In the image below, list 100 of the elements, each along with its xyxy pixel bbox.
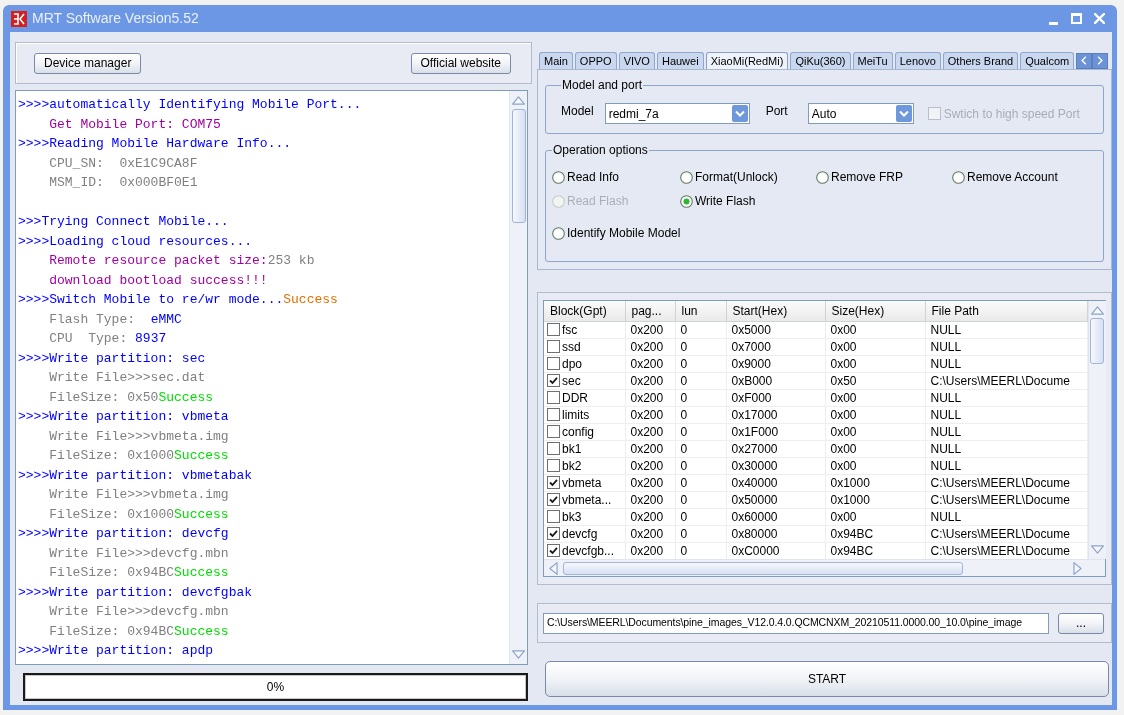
chevron-left-icon — [1081, 56, 1088, 65]
brand-tab[interactable]: Main — [539, 52, 573, 69]
table-cell: vbmeta — [562, 474, 602, 491]
table-cell: 0 — [675, 338, 726, 355]
checkbox-icon[interactable] — [547, 374, 560, 387]
checkbox-icon[interactable] — [547, 323, 560, 336]
scrollbar-thumb[interactable] — [511, 109, 526, 223]
checkbox-icon[interactable] — [547, 459, 560, 472]
brand-tab[interactable]: Lenovo — [894, 52, 941, 69]
log-line: >>>>Switch Mobile to re/wr mode...Success — [18, 291, 338, 309]
brand-tab[interactable]: MeiTu — [852, 52, 893, 69]
table-cell: 0x27000 — [726, 440, 825, 457]
table-cell: 0x200 — [625, 474, 675, 491]
tab-scroll-right-button[interactable] — [1092, 52, 1109, 69]
app-logo-icon — [11, 10, 27, 27]
table-cell: 0x9000 — [726, 355, 825, 372]
brand-tab[interactable]: QiKu(360) — [790, 52, 851, 69]
scroll-down-icon[interactable] — [512, 648, 525, 661]
log-line: CPU Type: 8937 — [48, 330, 167, 348]
table-cell: NULL — [925, 321, 1087, 338]
radio-button[interactable]: Remove FRP — [816, 169, 904, 185]
column-header[interactable]: pag... — [625, 301, 675, 321]
table-cell: bk1 — [562, 440, 582, 457]
scrollbar-thumb[interactable] — [1090, 318, 1104, 364]
table-cell: 0x200 — [625, 355, 675, 372]
checkbox-icon[interactable] — [547, 391, 560, 404]
column-header[interactable]: File Path — [925, 301, 1087, 321]
checkbox-icon[interactable] — [547, 357, 560, 370]
log-line: Write File>>>devcfg.mbn — [48, 544, 229, 563]
radio-button[interactable]: Format(Unlock) — [680, 169, 778, 185]
browse-button[interactable]: ... — [1058, 612, 1104, 634]
brand-tab[interactable]: Others Brand — [942, 52, 1019, 69]
checkbox-icon[interactable] — [547, 425, 560, 438]
table-cell: 0x5000 — [726, 321, 825, 338]
column-header[interactable]: lun — [675, 301, 726, 321]
horizontal-scrollbar[interactable] — [544, 559, 1105, 576]
toolbar-button[interactable]: Device manager — [34, 52, 142, 74]
model-dropdown[interactable]: redmi_7a — [604, 103, 750, 124]
radio-button[interactable]: Identify Mobile Model — [552, 225, 681, 241]
table-cell: 0xF000 — [726, 389, 825, 406]
port-dropdown[interactable]: Auto — [807, 103, 914, 124]
brand-tab[interactable]: VIVO — [618, 52, 655, 69]
column-header[interactable]: Start(Hex) — [726, 301, 825, 321]
brand-tab[interactable]: Qualcom — [1020, 52, 1075, 69]
checkbox-icon[interactable] — [547, 476, 560, 489]
log-line: Get Mobile Port: COM75 — [48, 115, 221, 134]
table-cell: NULL — [925, 423, 1087, 440]
checkbox-icon[interactable] — [547, 340, 560, 353]
checkbox-icon[interactable] — [547, 527, 560, 540]
checkbox-icon[interactable] — [547, 544, 560, 557]
log-line: FileSize: 0x94BCSuccess — [48, 564, 229, 582]
brand-tab[interactable]: OPPO — [574, 52, 617, 69]
scroll-down-icon[interactable] — [1090, 543, 1104, 556]
column-header[interactable]: Block(Gpt) — [544, 301, 625, 321]
column-header[interactable]: Size(Hex) — [825, 301, 925, 321]
checkbox-icon[interactable] — [547, 510, 560, 523]
file-path-field[interactable]: C:\Users\MEERL\Documents\pine_images_V12.0.4.0.QCMCNXM_20210511.0000.00_10.0\pine_image — [543, 612, 1049, 634]
scrollbar-thumb[interactable] — [563, 561, 963, 575]
radio-icon[interactable] — [680, 194, 693, 208]
radio-button[interactable]: Read Info — [552, 169, 620, 185]
checkbox-icon[interactable] — [547, 493, 560, 506]
table-cell: 0 — [675, 491, 726, 508]
table-cell: 0x00 — [825, 508, 925, 525]
table-cell: dpo — [562, 355, 583, 372]
radio-icon[interactable] — [816, 170, 829, 184]
radio-icon[interactable] — [952, 170, 965, 184]
start-button[interactable]: START — [545, 661, 1109, 697]
table-cell: 0x00 — [825, 440, 925, 457]
checkbox-icon[interactable] — [547, 408, 560, 421]
table-cell: 0x200 — [625, 508, 675, 525]
table-cell: vbmeta... — [562, 491, 612, 508]
field-label: Model — [561, 102, 594, 120]
table-cell: bk3 — [562, 508, 582, 525]
scroll-right-icon[interactable] — [1071, 561, 1084, 575]
table-cell: NULL — [925, 406, 1087, 423]
table-cell: 0x50 — [825, 372, 925, 389]
window-title: MRT Software Version5.52 — [32, 9, 199, 28]
table-cell: 0x200 — [625, 423, 675, 440]
tab-scroll-left-button[interactable] — [1076, 52, 1093, 69]
radio-icon[interactable] — [552, 226, 565, 240]
table-cell: 0x80000 — [726, 525, 825, 542]
vertical-scrollbar[interactable] — [509, 91, 527, 664]
log-line: Flash Type: eMMC — [48, 310, 182, 329]
radio-button[interactable]: Remove Account — [952, 169, 1058, 185]
group-title: Operation options — [552, 142, 649, 159]
log-line: >>>>Reading Mobile Hardware Info... — [18, 135, 292, 153]
table-cell: 0x00 — [825, 457, 925, 474]
table-cell: 0 — [675, 440, 726, 457]
radio-icon[interactable] — [680, 170, 693, 184]
scroll-up-icon[interactable] — [512, 94, 525, 107]
table-cell: 0x200 — [625, 491, 675, 508]
checkbox-icon[interactable] — [547, 442, 560, 455]
table-cell: 0x00 — [825, 321, 925, 338]
toolbar-button[interactable]: Official website — [410, 52, 511, 74]
table-cell: C:\Users\MEERL\Docume — [925, 525, 1087, 542]
radio-button[interactable]: Write Flash — [680, 193, 756, 209]
radio-icon[interactable] — [552, 170, 565, 184]
brand-tab[interactable]: XiaoMi(RedMi) — [705, 52, 789, 69]
field-label: Port — [765, 102, 788, 120]
brand-tab[interactable]: Hauwei — [656, 52, 704, 69]
